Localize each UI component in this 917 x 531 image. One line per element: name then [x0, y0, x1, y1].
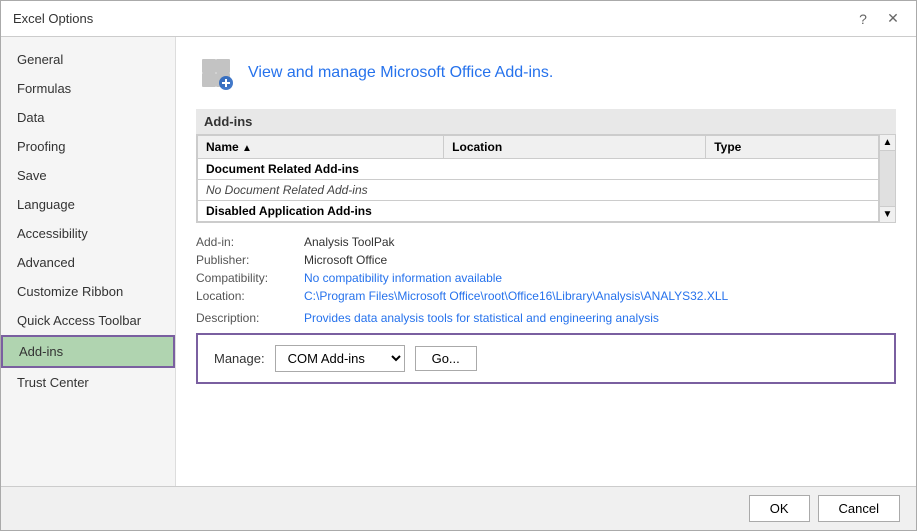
location-value: C:\Program Files\Microsoft Office\root\O… [304, 289, 728, 303]
description-value: Provides data analysis tools for statist… [304, 311, 659, 325]
doc-related-header: Document Related Add-ins [198, 159, 879, 180]
table-row: No Document Related Add-ins [198, 180, 879, 201]
publisher-label: Publisher: [196, 253, 296, 267]
table-row: Disabled Application Add-ins [198, 201, 879, 222]
compatibility-label: Compatibility: [196, 271, 296, 285]
cancel-button[interactable]: Cancel [818, 495, 900, 522]
publisher-value: Microsoft Office [304, 253, 387, 267]
description-row: Description: Provides data analysis tool… [196, 311, 896, 325]
header-title: View and manage Microsoft Office Add-ins… [248, 64, 553, 82]
title-bar: Excel Options ? ✕ [1, 1, 916, 37]
manage-dropdown[interactable]: COM Add-ins Excel Add-ins Word Add-ins D… [275, 345, 405, 372]
sidebar-item-general[interactable]: General [1, 45, 175, 74]
addin-label: Add-in: [196, 235, 296, 249]
sidebar-item-accessibility[interactable]: Accessibility [1, 219, 175, 248]
close-button[interactable]: ✕ [882, 8, 904, 30]
sidebar-item-save[interactable]: Save [1, 161, 175, 190]
table-row: Document Related Add-ins [198, 159, 879, 180]
addins-table: Name ▲ Location Type Document Related Ad… [197, 135, 879, 222]
dialog-footer: OK Cancel [1, 486, 916, 530]
main-content: View and manage Microsoft Office Add-ins… [176, 37, 916, 486]
compatibility-value: No compatibility information available [304, 271, 502, 285]
sidebar-item-add-ins[interactable]: Add-ins [1, 335, 175, 368]
addins-section-label: Add-ins [196, 109, 896, 134]
dialog-title: Excel Options [13, 11, 93, 26]
detail-row-location: Location: C:\Program Files\Microsoft Off… [196, 289, 896, 303]
help-button[interactable]: ? [852, 8, 874, 30]
scroll-track [880, 151, 895, 206]
sidebar-item-customize-ribbon[interactable]: Customize Ribbon [1, 277, 175, 306]
sidebar: General Formulas Data Proofing Save Lang… [1, 37, 176, 486]
addins-icon [196, 53, 236, 93]
table-scrollbar: ▲ ▼ [879, 135, 895, 222]
sidebar-item-data[interactable]: Data [1, 103, 175, 132]
header-link: Microsoft Office Add-ins. [380, 64, 553, 81]
details-section: Add-in: Analysis ToolPak Publisher: Micr… [196, 235, 896, 325]
sort-arrow-name: ▲ [242, 143, 252, 154]
location-label: Location: [196, 289, 296, 303]
dialog-body: General Formulas Data Proofing Save Lang… [1, 37, 916, 486]
manage-bar: Manage: COM Add-ins Excel Add-ins Word A… [196, 333, 896, 384]
header-section: View and manage Microsoft Office Add-ins… [196, 53, 896, 93]
col-type[interactable]: Type [706, 136, 879, 159]
header-text-static: View and manage [248, 64, 380, 81]
ok-button[interactable]: OK [749, 495, 810, 522]
manage-label: Manage: [214, 351, 265, 366]
addins-table-wrapper: Name ▲ Location Type Document Related Ad… [196, 134, 896, 223]
detail-row-compatibility: Compatibility: No compatibility informat… [196, 271, 896, 285]
title-bar-controls: ? ✕ [852, 8, 904, 30]
go-button[interactable]: Go... [415, 346, 477, 371]
detail-row-addin: Add-in: Analysis ToolPak [196, 235, 896, 249]
sidebar-item-proofing[interactable]: Proofing [1, 132, 175, 161]
excel-options-dialog: Excel Options ? ✕ General Formulas Data … [0, 0, 917, 531]
sidebar-item-language[interactable]: Language [1, 190, 175, 219]
addin-value: Analysis ToolPak [304, 235, 395, 249]
sidebar-item-advanced[interactable]: Advanced [1, 248, 175, 277]
col-location[interactable]: Location [444, 136, 706, 159]
disabled-addins-header: Disabled Application Add-ins [198, 201, 879, 222]
scroll-up-button[interactable]: ▲ [880, 135, 895, 151]
detail-row-publisher: Publisher: Microsoft Office [196, 253, 896, 267]
sidebar-item-formulas[interactable]: Formulas [1, 74, 175, 103]
sidebar-item-quick-access-toolbar[interactable]: Quick Access Toolbar [1, 306, 175, 335]
description-label: Description: [196, 311, 296, 325]
scroll-down-button[interactable]: ▼ [880, 206, 895, 222]
sidebar-item-trust-center[interactable]: Trust Center [1, 368, 175, 397]
col-name[interactable]: Name ▲ [198, 136, 444, 159]
no-doc-addins: No Document Related Add-ins [198, 180, 879, 201]
